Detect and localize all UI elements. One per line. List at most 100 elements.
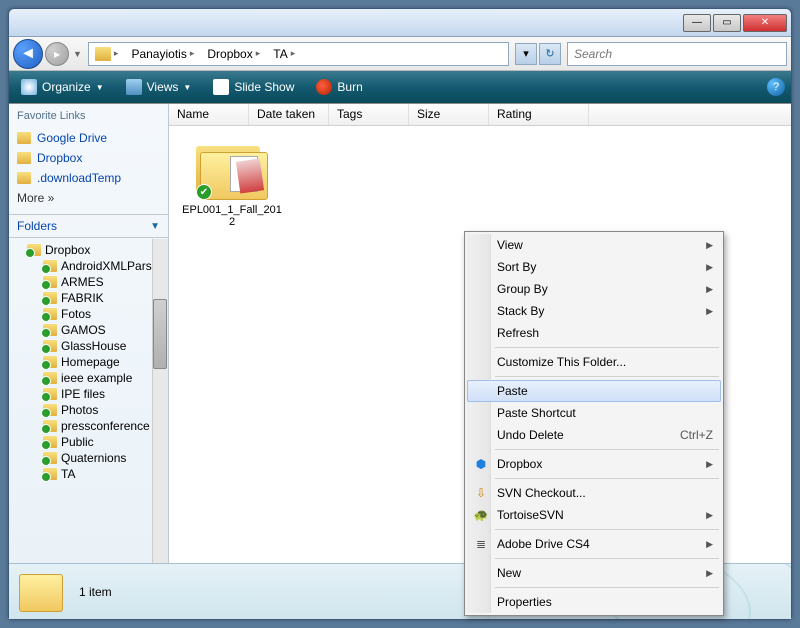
tree-item[interactable]: GAMOS [9, 322, 168, 338]
titlebar: — ▭ ✕ [9, 9, 791, 37]
organize-icon [21, 79, 37, 95]
scrollbar[interactable] [152, 239, 168, 563]
folder-icon [43, 308, 57, 320]
folders-header[interactable]: Folders▼ [9, 215, 168, 238]
folder-icon [43, 260, 57, 272]
tree-item[interactable]: Public [9, 434, 168, 450]
menu-stackby[interactable]: Stack By▶ [467, 300, 721, 322]
folder-icon [17, 172, 31, 184]
tree-item[interactable]: Fotos [9, 306, 168, 322]
search-input[interactable] [568, 43, 786, 65]
folder-icon [43, 276, 57, 288]
tree-item[interactable]: ARMES [9, 274, 168, 290]
favorite-link[interactable]: Google Drive [17, 128, 160, 148]
views-button[interactable]: Views ▼ [120, 76, 198, 98]
favorite-more[interactable]: More » [17, 188, 160, 208]
menu-adobe-drive[interactable]: ≣Adobe Drive CS4▶ [467, 533, 721, 555]
address-bar[interactable]: ▸ Panayiotis ▸ Dropbox ▸ TA ▸ [88, 42, 509, 66]
col-size[interactable]: Size [409, 104, 489, 125]
separator [495, 449, 719, 450]
separator [495, 587, 719, 588]
breadcrumb-seg[interactable]: Dropbox ▸ [201, 43, 267, 65]
folder-item[interactable]: ✔ EPL001_1_Fall_2012 [177, 134, 287, 232]
menu-view[interactable]: View▶ [467, 234, 721, 256]
separator [495, 376, 719, 377]
folder-icon [17, 132, 31, 144]
explorer-window: — ▭ ✕ ◄ ▸ ▼ ▸ Panayiotis ▸ Dropbox ▸ TA … [8, 8, 792, 620]
navbar: ◄ ▸ ▼ ▸ Panayiotis ▸ Dropbox ▸ TA ▸ ▾ ↻ [9, 37, 791, 71]
menu-properties[interactable]: Properties [467, 591, 721, 613]
tree-item[interactable]: Quaternions [9, 450, 168, 466]
breadcrumb-root[interactable]: ▸ [89, 43, 126, 65]
menu-refresh[interactable]: Refresh [467, 322, 721, 344]
tree-item[interactable]: AndroidXMLPars [9, 258, 168, 274]
col-name[interactable]: Name [169, 104, 249, 125]
breadcrumb-seg[interactable]: Panayiotis ▸ [125, 43, 201, 65]
breadcrumb-seg[interactable]: TA ▸ [267, 43, 302, 65]
burn-button[interactable]: Burn [310, 76, 368, 98]
menu-new[interactable]: New▶ [467, 562, 721, 584]
favorite-links: Favorite Links Google Drive Dropbox .dow… [9, 104, 168, 214]
tree-item[interactable]: GlassHouse [9, 338, 168, 354]
organize-button[interactable]: Organize ▼ [15, 76, 110, 98]
burn-icon [316, 79, 332, 95]
menu-tortoisesvn[interactable]: 🐢TortoiseSVN▶ [467, 504, 721, 526]
search-box[interactable] [567, 42, 787, 66]
context-menu: View▶ Sort By▶ Group By▶ Stack By▶ Refre… [464, 231, 724, 616]
menu-undo-delete[interactable]: Undo DeleteCtrl+Z [467, 424, 721, 446]
tree-item[interactable]: Homepage [9, 354, 168, 370]
folder-icon [43, 388, 57, 400]
slideshow-button[interactable]: Slide Show [207, 76, 300, 98]
col-date[interactable]: Date taken [249, 104, 329, 125]
folder-icon [43, 324, 57, 336]
menu-svn-checkout[interactable]: ⇩SVN Checkout... [467, 482, 721, 504]
scrollbar-thumb[interactable] [153, 299, 167, 369]
menu-sortby[interactable]: Sort By▶ [467, 256, 721, 278]
separator [495, 347, 719, 348]
refresh-button[interactable]: ↻ [539, 43, 561, 65]
col-rating[interactable]: Rating [489, 104, 589, 125]
menu-paste-shortcut[interactable]: Paste Shortcut [467, 402, 721, 424]
maximize-button[interactable]: ▭ [713, 14, 741, 32]
folder-icon [43, 436, 57, 448]
folder-icon [95, 47, 111, 61]
help-button[interactable]: ? [767, 78, 785, 96]
forward-button[interactable]: ▸ [45, 42, 69, 66]
menu-dropbox[interactable]: ⬢Dropbox▶ [467, 453, 721, 475]
menu-paste[interactable]: Paste [467, 380, 721, 402]
folder-label: EPL001_1_Fall_2012 [182, 204, 282, 228]
folder-icon [43, 404, 57, 416]
status-text: 1 item [79, 585, 112, 599]
separator [495, 558, 719, 559]
menu-groupby[interactable]: Group By▶ [467, 278, 721, 300]
tree-item[interactable]: Dropbox [9, 242, 168, 258]
close-button[interactable]: ✕ [743, 14, 787, 32]
column-headers: Name Date taken Tags Size Rating [169, 104, 791, 126]
tree-item[interactable]: ieee example [9, 370, 168, 386]
favorite-links-title: Favorite Links [17, 110, 160, 122]
col-tags[interactable]: Tags [329, 104, 409, 125]
folder-icon [27, 244, 41, 256]
folder-icon [43, 372, 57, 384]
folder-icon [43, 452, 57, 464]
folder-tree: DropboxAndroidXMLParsARMESFABRIKFotosGAM… [9, 238, 168, 562]
favorite-link[interactable]: .downloadTemp [17, 168, 160, 188]
favorite-link[interactable]: Dropbox [17, 148, 160, 168]
sync-badge-icon: ✔ [196, 184, 212, 200]
dropbox-icon: ⬢ [473, 456, 489, 472]
tree-item[interactable]: IPE files [9, 386, 168, 402]
views-icon [126, 79, 142, 95]
separator [495, 529, 719, 530]
address-dropdown[interactable]: ▾ [515, 43, 537, 65]
tree-item[interactable]: Photos [9, 402, 168, 418]
tree-item[interactable]: pressconference [9, 418, 168, 434]
command-bar: Organize ▼ Views ▼ Slide Show Burn ? [9, 71, 791, 103]
minimize-button[interactable]: — [683, 14, 711, 32]
folder-icon [43, 468, 57, 480]
tree-item[interactable]: FABRIK [9, 290, 168, 306]
history-dropdown[interactable]: ▼ [73, 49, 82, 59]
back-button[interactable]: ◄ [13, 39, 43, 69]
menu-customize[interactable]: Customize This Folder... [467, 351, 721, 373]
adobe-icon: ≣ [473, 536, 489, 552]
tree-item[interactable]: TA [9, 466, 168, 482]
